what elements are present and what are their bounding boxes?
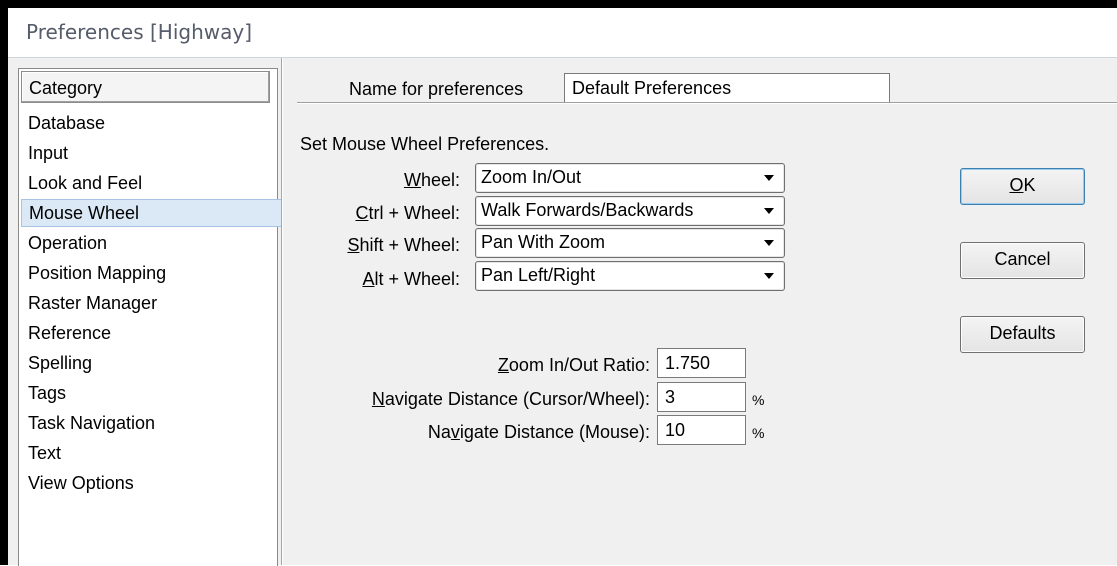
category-header[interactable]: Category [21, 71, 270, 103]
shift-wheel-label: Shift + Wheel: [313, 235, 460, 256]
wheel-label: Wheel: [313, 170, 460, 191]
mouse-wheel-heading: Set Mouse Wheel Preferences. [300, 134, 550, 154]
nav-mouse-label-prefix: Na [427, 422, 451, 442]
alt-wheel-label-text: lt + Wheel: [374, 269, 460, 289]
alt-wheel-dropdown[interactable]: Pan Left/Right [475, 261, 785, 291]
wheel-label-mnemonic: W [403, 170, 421, 190]
alt-wheel-dropdown-value: Pan Left/Right [481, 265, 596, 285]
shift-wheel-dropdown-value: Pan With Zoom [481, 232, 606, 252]
nav-cursor-input[interactable]: 3 [657, 382, 746, 412]
nav-cursor-label-text: avigate Distance (Cursor/Wheel): [384, 389, 650, 409]
category-item-operation[interactable]: Operation [21, 229, 283, 257]
nav-cursor-unit: % [752, 392, 765, 408]
window-title: Preferences [Highway] [26, 20, 253, 44]
shift-wheel-label-text: hift + Wheel: [359, 235, 460, 255]
preferences-name-input[interactable]: Default Preferences [564, 73, 890, 103]
ctrl-wheel-dropdown[interactable]: Walk Forwards/Backwards [475, 196, 785, 226]
alt-wheel-label-mnemonic: A [362, 269, 375, 289]
dropdown-arrow-icon [764, 208, 774, 214]
category-item-reference[interactable]: Reference [21, 319, 283, 347]
horizontal-divider-highlight [297, 103, 1117, 104]
category-item-task-navigation[interactable]: Task Navigation [21, 409, 283, 437]
category-item-raster-manager[interactable]: Raster Manager [21, 289, 283, 317]
category-item-spelling[interactable]: Spelling [21, 349, 283, 377]
zoom-ratio-label-text: oom In/Out Ratio: [508, 355, 650, 375]
dropdown-arrow-icon [764, 175, 774, 181]
shift-wheel-label-mnemonic: S [347, 235, 360, 255]
vertical-divider-highlight [282, 58, 283, 565]
wheel-dropdown-value: Zoom In/Out [481, 167, 582, 187]
nav-cursor-label-mnemonic: N [371, 389, 385, 409]
category-header-label: Category [29, 78, 103, 98]
dialog-client: Category Database Input Look and Feel Mo… [8, 58, 1117, 566]
category-item-database[interactable]: Database [21, 109, 283, 137]
nav-mouse-label-mnemonic: v [450, 422, 460, 442]
alt-wheel-label: Alt + Wheel: [313, 269, 460, 290]
zoom-ratio-input[interactable]: 1.750 [657, 348, 746, 378]
ctrl-wheel-label-mnemonic: C [355, 203, 369, 223]
category-list[interactable]: Category Database Input Look and Feel Mo… [18, 68, 283, 566]
category-item-input[interactable]: Input [21, 139, 283, 167]
wheel-dropdown[interactable]: Zoom In/Out [475, 163, 785, 193]
dropdown-arrow-icon [764, 273, 774, 279]
dropdown-arrow-icon [764, 240, 774, 246]
nav-mouse-unit: % [752, 425, 765, 441]
ok-button[interactable]: OK [960, 168, 1085, 205]
shift-wheel-dropdown[interactable]: Pan With Zoom [475, 228, 785, 258]
category-item-tags[interactable]: Tags [21, 379, 283, 407]
ok-button-text: K [1023, 175, 1036, 195]
defaults-button[interactable]: Defaults [960, 316, 1085, 353]
category-item-look-and-feel[interactable]: Look and Feel [21, 169, 283, 197]
category-item-view-options[interactable]: View Options [21, 469, 283, 497]
ctrl-wheel-label: Ctrl + Wheel: [313, 203, 460, 224]
title-bar: Preferences [Highway] [8, 8, 1117, 58]
nav-cursor-label: Navigate Distance (Cursor/Wheel): [308, 389, 650, 410]
ctrl-wheel-dropdown-value: Walk Forwards/Backwards [481, 200, 694, 220]
nav-mouse-input[interactable]: 10 [657, 415, 746, 445]
ok-button-mnemonic: O [1009, 175, 1024, 195]
nav-mouse-label: Navigate Distance (Mouse): [308, 422, 650, 443]
cancel-button[interactable]: Cancel [960, 242, 1085, 279]
zoom-ratio-label-mnemonic: Z [497, 355, 509, 375]
nav-mouse-label-text: igate Distance (Mouse): [459, 422, 650, 442]
category-item-text[interactable]: Text [21, 439, 283, 467]
preferences-name-label: Name for preferences [349, 79, 524, 99]
category-item-mouse-wheel[interactable]: Mouse Wheel [21, 199, 283, 227]
category-item-position-mapping[interactable]: Position Mapping [21, 259, 283, 287]
wheel-label-text: heel: [420, 170, 460, 190]
ctrl-wheel-label-text: trl + Wheel: [368, 203, 460, 223]
zoom-ratio-label: Zoom In/Out Ratio: [308, 355, 650, 376]
